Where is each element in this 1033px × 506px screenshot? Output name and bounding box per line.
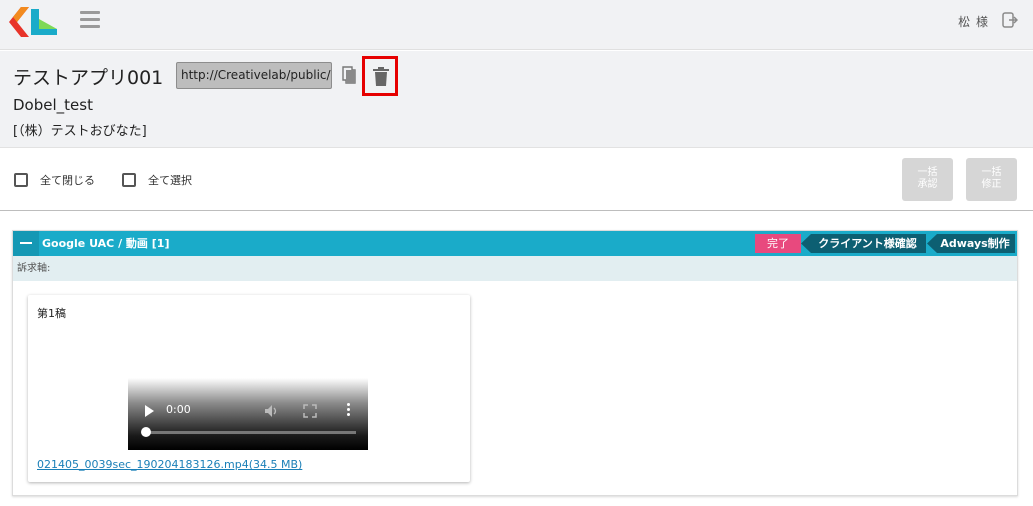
draft-card: 第1稿 0:00 021405_0039sec_190204183126.mp4… (28, 295, 470, 482)
company-name: [（株）テストおびなた] (13, 124, 147, 139)
bulk-approve-label-1: 一括 (917, 167, 938, 178)
fullscreen-icon[interactable] (303, 404, 317, 418)
hamburger-icon[interactable] (80, 11, 100, 29)
collapse-button[interactable] (13, 231, 39, 256)
video-player[interactable]: 0:00 (128, 378, 368, 450)
toolbar: 全て閉じる 全て選択 一括 承認 一括 修正 (0, 149, 1033, 211)
video-time: 0:00 (166, 403, 191, 416)
collapse-all-checkbox[interactable]: 全て閉じる (14, 172, 95, 188)
bulk-fix-label-1: 一括 (981, 167, 1002, 178)
appeal-axis-label: 訴求軸: (13, 256, 1017, 281)
app-title: テストアプリ001 (13, 67, 164, 89)
section-title: Google UAC / 動画 [1] (42, 237, 170, 250)
collapse-all-label: 全て閉じる (40, 174, 95, 187)
app-header: テストアプリ001 http://Creativelab/public/ Dob… (0, 51, 1033, 148)
status-client-check-badge[interactable]: クライアント様確認 (801, 234, 926, 253)
url-field[interactable]: http://Creativelab/public/ (176, 62, 332, 89)
bulk-approve-label-2: 承認 (917, 179, 938, 190)
seek-bar[interactable] (146, 431, 356, 434)
copy-icon[interactable] (341, 65, 359, 85)
seek-thumb[interactable] (141, 427, 151, 437)
status-production-badge[interactable]: Adways制作 (927, 234, 1015, 253)
select-all-checkbox[interactable]: 全て選択 (122, 172, 192, 188)
checkbox-box[interactable] (122, 173, 136, 187)
top-bar: 松 様 (0, 0, 1033, 50)
status-done-badge[interactable]: 完了 (755, 234, 801, 253)
draft-label: 第1稿 (37, 307, 66, 320)
section-header: Google UAC / 動画 [1] 完了 クライアント様確認 Adways制… (13, 231, 1017, 256)
file-download-link[interactable]: 021405_0039sec_190204183126.mp4(34.5 MB) (37, 458, 302, 471)
user-name: 松 様 (958, 15, 989, 29)
bulk-fix-label-2: 修正 (981, 179, 1002, 190)
logo-icon[interactable] (9, 7, 59, 37)
trash-icon[interactable] (373, 67, 389, 86)
bulk-fix-button[interactable]: 一括 修正 (966, 158, 1017, 201)
more-options-icon[interactable] (347, 403, 351, 419)
select-all-label: 全て選択 (148, 174, 192, 187)
bulk-approve-button[interactable]: 一括 承認 (902, 158, 953, 201)
checkbox-box[interactable] (14, 173, 28, 187)
volume-icon[interactable] (264, 404, 280, 418)
play-icon[interactable] (145, 405, 154, 417)
client-name: Dobel_test (13, 96, 93, 114)
creative-section: Google UAC / 動画 [1] 完了 クライアント様確認 Adways制… (12, 230, 1018, 496)
logout-icon[interactable] (1002, 12, 1018, 28)
delete-highlight (362, 56, 398, 96)
